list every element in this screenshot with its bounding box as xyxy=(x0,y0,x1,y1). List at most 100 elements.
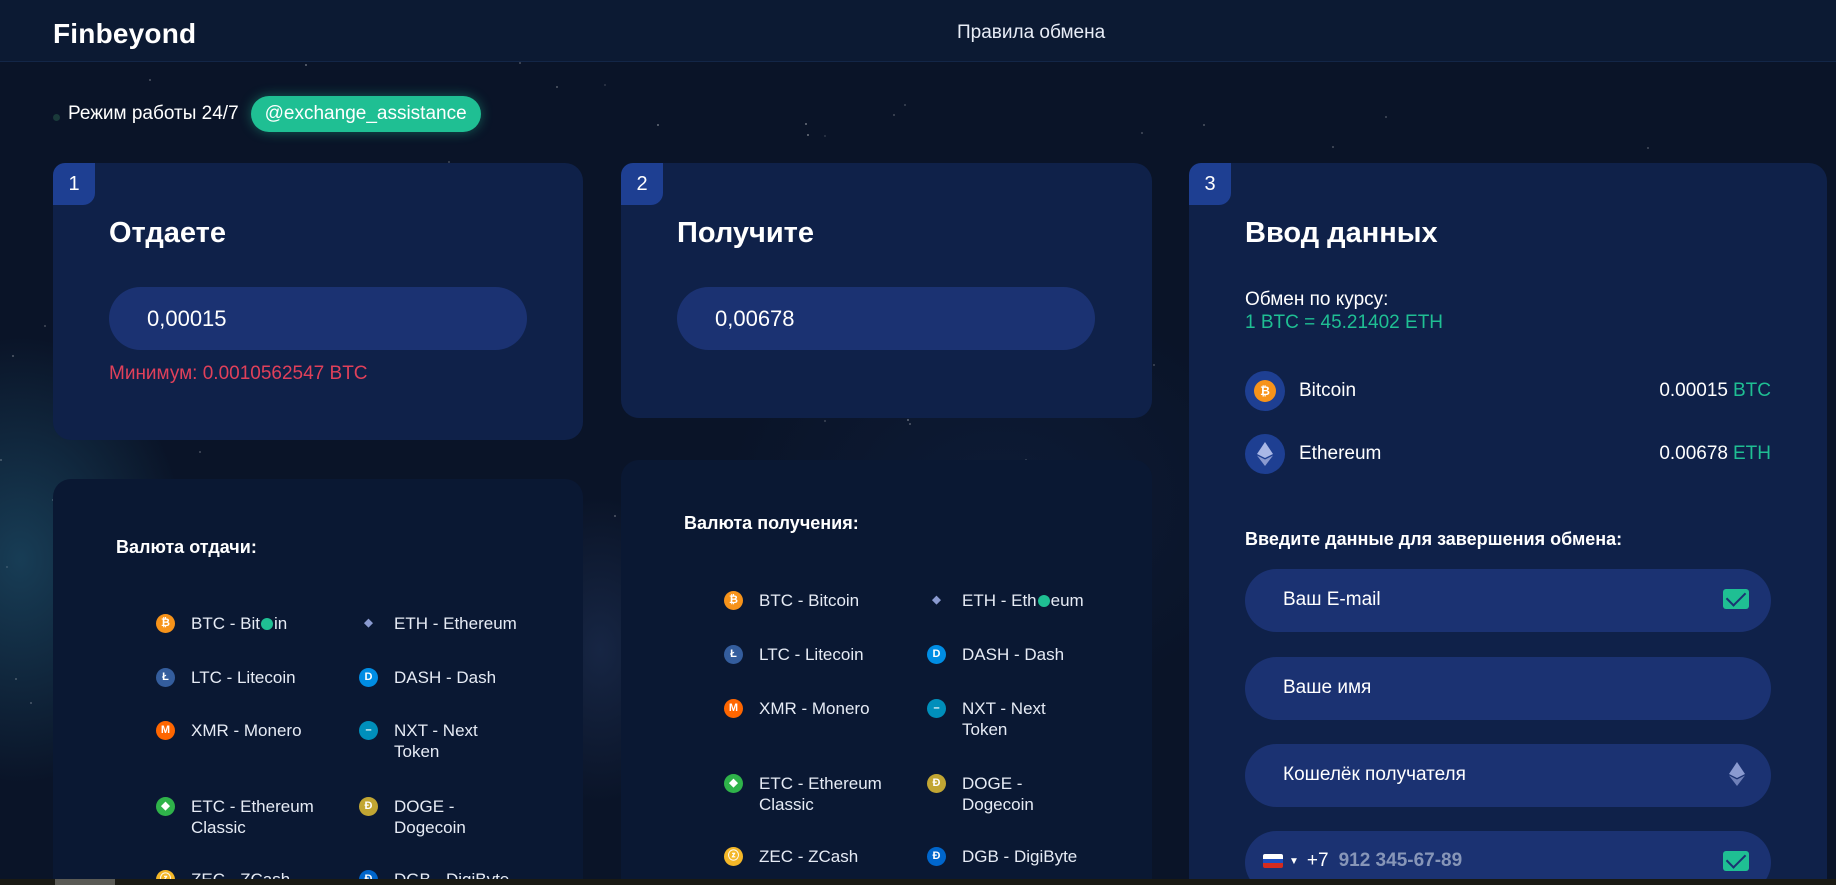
give-title: Отдаете xyxy=(109,217,226,249)
currency-label: DOGE - Dogecoin xyxy=(962,774,1034,814)
data-entry-card: 3 Ввод данных Обмен по курсу: 1 BTC = 45… xyxy=(1189,163,1827,885)
exchange-rate-label: Обмен по курсу: xyxy=(1245,289,1389,310)
currency-option[interactable]: ⓩ ZEC - ZCash xyxy=(724,846,858,867)
currency-option[interactable]: ₿ BTC - Bit in xyxy=(115,600,319,654)
bitcoin-icon: ₿ xyxy=(156,614,175,633)
currency-option[interactable]: M XMR - Monero xyxy=(156,720,302,741)
email-placeholder: Ваш E-mail xyxy=(1283,589,1381,610)
currency-option[interactable]: – NXT - Next Token xyxy=(927,698,1046,740)
currency-option[interactable]: M XMR - Monero xyxy=(724,698,870,719)
give-coin-amount: 0.00015 xyxy=(1659,380,1728,401)
receive-title: Получите xyxy=(677,217,814,249)
name-field[interactable]: Ваше имя xyxy=(1245,657,1771,720)
currency-label: XMR - Monero xyxy=(759,699,870,718)
step-number: 2 xyxy=(621,163,663,205)
dash-icon: D xyxy=(927,645,946,664)
give-currency-panel: Валюта отдачи: ₿ BTC - Bit in ◆ ETH - Ethere… xyxy=(53,479,583,885)
dogecoin-icon: Ð xyxy=(359,797,378,816)
litecoin-icon: Ł xyxy=(724,645,743,664)
get-coin-summary: Ethereum 0.00678 ETH xyxy=(1245,434,1771,474)
currency-label: ETC - Ethereum Classic xyxy=(759,774,882,814)
ethereum-icon xyxy=(1729,762,1745,791)
currency-option[interactable]: ◆ ETC - Ethereum Classic xyxy=(156,796,314,838)
currency-option[interactable]: – NXT - Next Token xyxy=(359,720,478,762)
ethereum-classic-icon: ◆ xyxy=(156,797,175,816)
receive-currency-panel: Валюта получения: ₿ BTC - Bitcoin ◆ ETH - E… xyxy=(621,460,1152,885)
bitcoin-icon: ₿ xyxy=(724,591,743,610)
currency-option[interactable]: D DASH - Dash xyxy=(927,644,1064,665)
exchange-rate-value: 1 BTC = 45.21402 ETH xyxy=(1245,312,1444,333)
data-entry-title: Ввод данных xyxy=(1245,217,1438,249)
russia-flag-icon xyxy=(1263,854,1283,868)
phone-field[interactable]: ▼ +7 912 345-67-89 xyxy=(1245,831,1771,885)
dogecoin-icon: Ð xyxy=(927,774,946,793)
step-number: 3 xyxy=(1189,163,1231,205)
phone-placeholder: 912 345-67-89 xyxy=(1338,850,1463,871)
give-coin-summary: ₿ Bitcoin 0.00015 BTC xyxy=(1245,371,1771,411)
phone-country-code: +7 xyxy=(1306,850,1329,871)
get-coin-currency: ETH xyxy=(1733,443,1771,464)
online-status-icon xyxy=(53,113,60,121)
currency-label: LTC - Litecoin xyxy=(191,668,296,687)
currency-option[interactable]: ◆ ETH - Ethereum xyxy=(359,613,517,634)
currency-option[interactable]: Ð DOGE - Dogecoin xyxy=(927,773,1034,815)
currency-label: ETC - Ethereum Classic xyxy=(191,797,314,837)
working-hours: Режим работы 24/7 xyxy=(68,103,239,124)
country-selector[interactable]: ▼ +7 912 345-67-89 xyxy=(1263,850,1462,872)
currency-option[interactable]: ◆ ETH - Eth eum xyxy=(886,577,1090,631)
zcash-icon: ⓩ xyxy=(724,847,743,866)
litecoin-icon: Ł xyxy=(156,668,175,687)
ethereum-classic-icon: ◆ xyxy=(724,774,743,793)
bitcoin-icon: ₿ xyxy=(1245,371,1285,411)
nav-exchange-rules[interactable]: Правила обмена xyxy=(957,22,1105,44)
give-currency-heading: Валюта отдачи: xyxy=(116,537,257,557)
scrollbar-thumb[interactable] xyxy=(55,879,115,885)
currency-label: BTC - Bitcoin xyxy=(759,591,860,610)
currency-label: DASH - Dash xyxy=(962,645,1065,664)
receive-currency-heading: Валюта получения: xyxy=(684,513,859,533)
currency-label: NXT - Next Token xyxy=(962,699,1046,739)
currency-label: DASH - Dash xyxy=(394,668,497,687)
ethereum-icon xyxy=(1245,434,1285,474)
receive-card: 2 Получите xyxy=(621,163,1152,418)
get-coin-name: Ethereum xyxy=(1299,443,1382,464)
chevron-down-icon: ▼ xyxy=(1289,855,1299,867)
email-field[interactable]: Ваш E-mail xyxy=(1245,569,1771,632)
telegram-support-link[interactable]: @exchange_assistance xyxy=(250,96,481,132)
give-amount-input[interactable] xyxy=(109,287,527,350)
nxt-icon: – xyxy=(359,721,378,740)
currency-option[interactable]: Ð DOGE - Dogecoin xyxy=(359,796,466,838)
name-placeholder: Ваше имя xyxy=(1283,677,1372,698)
give-coin-name: Bitcoin xyxy=(1299,380,1357,401)
mail-icon xyxy=(1723,589,1749,609)
digibyte-icon: Ð xyxy=(927,847,946,866)
receive-amount-input[interactable] xyxy=(677,287,1095,350)
monero-icon: M xyxy=(156,721,175,740)
form-heading: Введите данные для завершения обмена: xyxy=(1245,529,1623,549)
currency-option[interactable]: Ð DGB - DigiByte xyxy=(927,846,1077,867)
mail-icon xyxy=(1723,851,1749,871)
currency-option[interactable]: D DASH - Dash xyxy=(359,667,496,688)
currency-label: DOGE - Dogecoin xyxy=(394,797,466,837)
nxt-icon: – xyxy=(927,699,946,718)
currency-label: DGB - DigiByte xyxy=(962,847,1078,866)
currency-label: ETH - Ethereum xyxy=(394,614,517,633)
monero-icon: M xyxy=(724,699,743,718)
ethereum-icon: ◆ xyxy=(364,617,373,629)
currency-option[interactable]: ◆ ETC - Ethereum Classic xyxy=(724,773,882,815)
give-card: 1 Отдаете Минимум: 0.0010562547 BTC xyxy=(53,163,583,440)
currency-option[interactable]: Ł LTC - Litecoin xyxy=(724,644,864,665)
currency-option[interactable]: ₿ BTC - Bitcoin xyxy=(724,590,859,611)
logo[interactable]: Finbeyond xyxy=(53,18,196,50)
status-row: Режим работы 24/7 @exchange_assistance xyxy=(53,96,481,132)
minimum-warning: Минимум: 0.0010562547 BTC xyxy=(109,363,368,384)
give-coin-currency: BTC xyxy=(1733,380,1771,401)
wallet-field[interactable]: Кошелёк получателя xyxy=(1245,744,1771,807)
get-coin-amount: 0.00678 xyxy=(1659,443,1728,464)
horizontal-scrollbar[interactable] xyxy=(0,879,1836,885)
dash-icon: D xyxy=(359,668,378,687)
currency-option[interactable]: Ł LTC - Litecoin xyxy=(156,667,296,688)
wallet-placeholder: Кошелёк получателя xyxy=(1283,764,1466,785)
currency-label: ZEC - ZCash xyxy=(759,847,859,866)
step-number: 1 xyxy=(53,163,95,205)
